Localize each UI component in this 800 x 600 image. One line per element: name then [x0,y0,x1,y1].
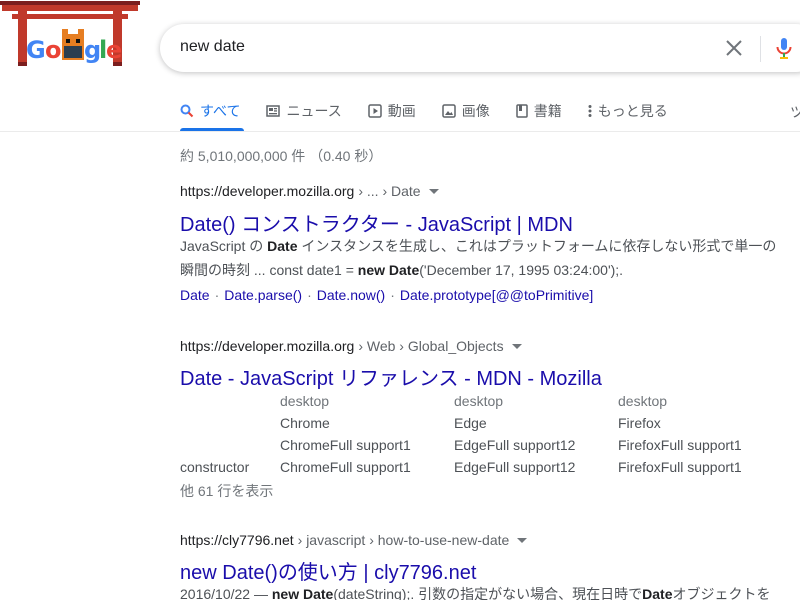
result-cite[interactable]: https://developer.mozilla.org › ... › Da… [180,183,439,199]
search-icon [180,104,194,118]
search-input[interactable]: new date [180,38,245,56]
table-header: desktop [618,393,668,409]
sitelink[interactable]: Date.now() [317,287,385,303]
separator: · [214,287,220,303]
result-breadcrumb: › ... › Date [358,183,421,199]
tab-images[interactable]: 画像 [442,100,490,122]
svg-text:o: o [45,36,62,64]
sitelinks: Date · Date.parse() · Date.now() · Date.protot… [180,287,593,303]
tab-videos[interactable]: 動画 [368,100,416,122]
table-row-label: constructor [180,459,250,475]
snippet-line: 瞬間の時刻 ... const date1 = new Date('Decemb… [180,262,624,278]
header-divider [0,131,800,132]
result-snippet: 2016/10/22 — new Date(dateString);. 引数の指… [180,582,800,600]
result-title[interactable]: new Date()の使い方 | cly7796.net [180,556,476,585]
table-cell: EdgeFull support12 [454,459,576,475]
result-breadcrumb: › Web › Global_Objects [358,338,504,354]
result-url: https://developer.mozilla.org [180,183,355,199]
result-title[interactable]: Date - JavaScript リファレンス - MDN - Mozilla [180,362,602,391]
book-icon [516,104,528,118]
table-header: desktop [454,393,504,409]
tab-all[interactable]: すべて [180,100,240,122]
svg-text:e: e [106,36,122,64]
table-cell: Chrome [280,415,330,431]
tab-tools[interactable]: ツ [790,102,800,122]
menu-arrow-icon[interactable] [428,189,439,194]
sitelink[interactable]: Date [180,287,210,303]
tab-news[interactable]: ニュース [266,100,342,122]
table-cell: EdgeFull support12 [454,437,576,453]
menu-arrow-icon[interactable] [517,538,528,543]
table-cell: Edge [454,415,487,431]
table-cell: Firefox [618,415,661,431]
tab-label: もっと見る [597,103,668,119]
separator: · [307,287,312,303]
result-url: https://cly7796.net [180,532,294,548]
tab-label: 書籍 [533,103,562,119]
tab-label: 動画 [387,103,416,119]
search-box[interactable]: new date [160,24,800,72]
news-icon [266,105,281,117]
tab-books[interactable]: 書籍 [516,100,562,122]
sitelink[interactable]: Date.parse() [224,287,302,303]
result-breadcrumb: › javascript › how-to-use-new-date [297,532,510,548]
separator: · [390,287,395,303]
table-cell: ChromeFull support1 [280,437,411,453]
result-url: https://developer.mozilla.org [180,338,355,354]
search-tabs: すべて ニュース 動画 画像 書籍 もっと見る [180,100,694,122]
more-rows-link[interactable]: 他 61 行を表示 [180,481,273,501]
sitelink[interactable]: Date.prototype[@@toPrimitive] [400,287,593,303]
tab-label: ニュース [286,103,342,119]
menu-arrow-icon[interactable] [511,344,522,349]
clear-icon[interactable] [724,38,744,58]
tab-label: すべて [200,103,241,119]
search-divider [760,36,761,62]
snippet-line: JavaScript の Date インスタンスを生成し、これはプラットフォーム… [180,238,777,254]
tab-more[interactable]: もっと見る [588,100,668,122]
video-icon [368,104,382,118]
result-title[interactable]: Date() コンストラクター - JavaScript | MDN [180,208,573,237]
result-snippet: JavaScript の Date インスタンスを生成し、これはプラットフォーム… [180,234,780,282]
image-icon [442,104,456,118]
result-cite[interactable]: https://developer.mozilla.org › Web › Gl… [180,338,522,354]
microphone-icon[interactable] [772,36,796,60]
svg-text:G: G [26,36,46,64]
table-header: desktop [280,393,330,409]
result-stats: 約 5,010,000,000 件 （0.40 秒） [180,148,383,164]
tab-label: 画像 [461,103,490,119]
table-cell: FirefoxFull support1 [618,459,742,475]
table-cell: FirefoxFull support1 [618,437,742,453]
table-cell: ChromeFull support1 [280,459,411,475]
more-vert-icon [588,105,592,117]
result-cite[interactable]: https://cly7796.net › javascript › how-t… [180,532,528,548]
google-doodle-logo[interactable]: G o g l e [0,0,140,80]
snippet-line: 2016/10/22 — new Date(dateString);. 引数の指… [180,586,771,600]
